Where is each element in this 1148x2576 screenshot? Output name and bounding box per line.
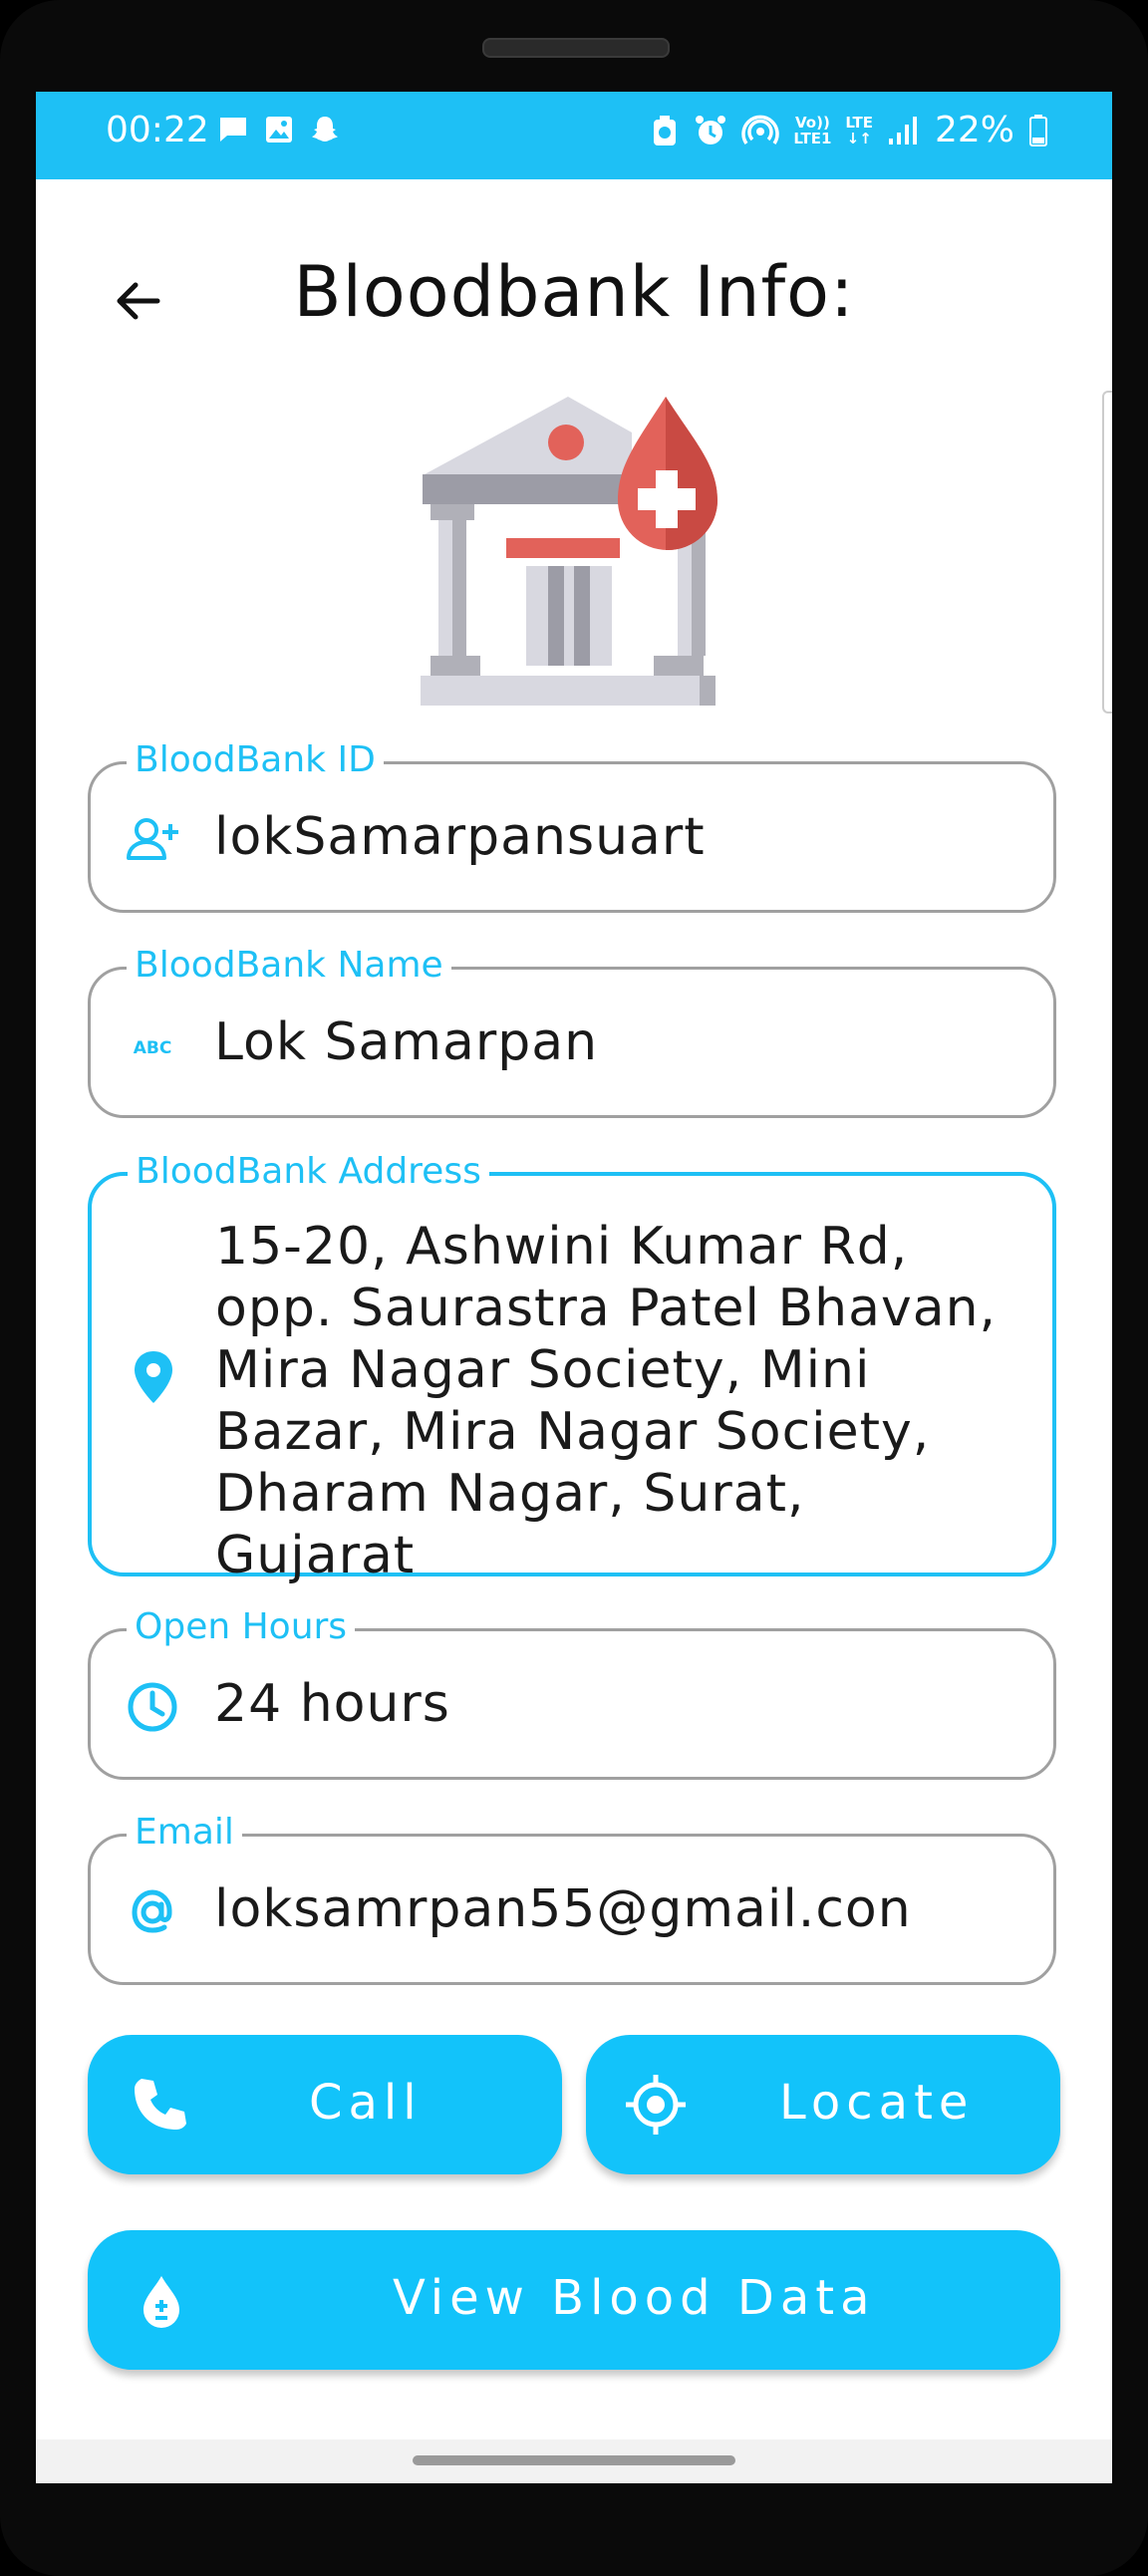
battery-icon: [1029, 114, 1047, 146]
image-icon: [266, 117, 292, 143]
bloodbank-address-value: 15-20, Ashwini Kumar Rd, opp. Saurastra …: [215, 1217, 998, 1585]
recycle-icon: [654, 115, 677, 145]
email-field[interactable]: Email loksamrpan55@gmail.con: [88, 1809, 1056, 1985]
at-icon: [132, 1889, 172, 1933]
svg-text:ABC: ABC: [134, 1038, 172, 1058]
page-title: Bloodbank Info:: [293, 251, 855, 333]
email-label: Email: [127, 1809, 242, 1857]
bloodbank-address-field[interactable]: BloodBank Address 15-20, Ashwini Kumar R…: [88, 1148, 1056, 1585]
locate-button[interactable]: Locate: [586, 2035, 1060, 2174]
volte-icon: Vo)) LTE1: [793, 113, 832, 147]
open-hours-value: 24 hours: [214, 1674, 450, 1734]
open-hours-label: Open Hours: [127, 1603, 356, 1651]
location-pin-icon: [135, 1351, 172, 1403]
bloodbank-id-value: lokSamarpansuart: [214, 807, 706, 867]
add-user-icon: [127, 818, 178, 860]
notification-icons: [217, 114, 341, 145]
alarm-icon: [696, 115, 726, 144]
scroll-indicator: [1102, 391, 1112, 714]
message-icon: [220, 118, 246, 142]
bloodbank-id-label: BloodBank ID: [127, 736, 384, 784]
battery-percent: 22%: [934, 110, 1014, 150]
abc-icon: ABC: [134, 1038, 172, 1058]
bloodbank-name-label: BloodBank Name: [127, 942, 451, 990]
call-button[interactable]: Call: [88, 2035, 562, 2174]
open-hours-field[interactable]: Open Hours 24 hours: [88, 1603, 1056, 1780]
crosshair-icon: [626, 2075, 686, 2135]
blood-drop-icon: [144, 2276, 179, 2328]
bloodbank-name-value: Lok Samarpan: [214, 1012, 599, 1072]
bloodbank-id-field[interactable]: BloodBank ID lokSamarpansuart: [88, 736, 1056, 913]
phone-frame: 00:22 Vo)) LTE1 LTE ↓↑ 22% Bloodbank Info:: [0, 0, 1148, 2576]
bloodbank-logo: [421, 397, 718, 706]
view-blood-data-label: View Blood Data: [393, 2270, 876, 2326]
phone-icon: [135, 2079, 186, 2130]
status-time: 00:22: [106, 110, 209, 150]
bloodbank-address-label: BloodBank Address: [128, 1148, 489, 1196]
call-button-label: Call: [309, 2075, 423, 2131]
view-blood-data-button[interactable]: View Blood Data: [88, 2230, 1060, 2370]
locate-button-label: Locate: [779, 2075, 975, 2131]
status-right: Vo)) LTE1 LTE ↓↑ 22%: [650, 110, 1048, 150]
email-value: loksamrpan55@gmail.con: [214, 1879, 912, 1939]
lte-icon: LTE ↓↑: [845, 113, 873, 147]
screen: 00:22 Vo)) LTE1 LTE ↓↑ 22% Bloodbank Info:: [36, 92, 1112, 2483]
speaker-grill: [482, 38, 670, 58]
signal-icon: [888, 116, 917, 144]
clock-icon: [128, 1682, 177, 1732]
bloodbank-name-field[interactable]: BloodBank Name ABC Lok Samarpan: [88, 942, 1056, 1118]
hotspot-icon: [741, 115, 780, 144]
status-bar: 00:22 Vo)) LTE1 LTE ↓↑ 22%: [36, 92, 1112, 179]
snapchat-icon: [312, 117, 338, 142]
navigation-bar: [36, 2439, 1112, 2483]
home-gesture-bar[interactable]: [413, 2455, 735, 2465]
